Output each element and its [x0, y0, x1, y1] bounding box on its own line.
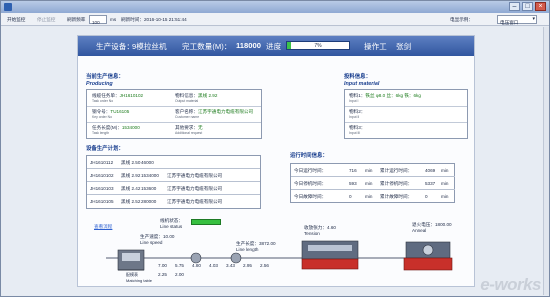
monitor-panel: 生产设备： 9模拉丝机 完工数量(M)： 118000 进度 7% 操作工 张剑…: [77, 35, 475, 287]
title-bar: – □ ×: [1, 1, 549, 13]
refresh-rate-label: 刷新频率: [67, 17, 86, 22]
tension-machine: [301, 240, 359, 270]
die-size: 4.80: [192, 263, 201, 268]
screen-label: 电显示例：: [450, 17, 473, 22]
app-window: – □ × 开始监控 停止监控 刷新频率 100 ms 刷新时间：2016-10…: [0, 0, 550, 297]
window-controls: – □ ×: [509, 2, 546, 11]
anneal-machine: [403, 241, 453, 271]
vertical-scrollbar[interactable]: [543, 27, 549, 295]
die-size: 2.25: [158, 272, 167, 277]
refresh-time: 刷新时间：2016-10-15 21:51:44: [121, 17, 187, 22]
toolbar: 开始监控 停止监控 刷新频率 100 ms 刷新时间：2016-10-15 21…: [1, 13, 549, 26]
die-size: 2.00: [175, 272, 184, 277]
die-size: 3.43: [226, 263, 235, 268]
die-size: 2.95: [243, 263, 252, 268]
content-area: 生产设备： 9模拉丝机 完工数量(M)： 118000 进度 7% 操作工 张剑…: [1, 27, 549, 295]
matching-table-machine: [117, 249, 145, 271]
app-icon: [4, 3, 12, 11]
matching-table-label: 配模表 Matching table: [126, 272, 153, 283]
die-size: 4.03: [209, 263, 218, 268]
start-monitor-button[interactable]: 开始监控: [7, 17, 25, 23]
watermark-logo: e-works: [480, 275, 541, 294]
refresh-unit: ms: [110, 17, 117, 22]
minimize-button[interactable]: –: [509, 2, 520, 11]
die-size: 2.56: [260, 263, 269, 268]
maximize-button[interactable]: □: [522, 2, 533, 11]
close-button[interactable]: ×: [535, 2, 546, 11]
chevron-down-icon: ▾: [532, 16, 535, 22]
stop-monitor-button[interactable]: 停止监控: [37, 17, 55, 23]
die-size: 7.00: [158, 263, 167, 268]
screen-select[interactable]: 电压窗口 ▾: [497, 15, 537, 25]
refresh-rate-select[interactable]: 100: [89, 15, 107, 25]
process-diagram: 7.00 5.75 4.80 4.03 3.43 2.95 2.56 2.25 2.00: [106, 240, 453, 277]
dies-row: 2.25 2.00: [158, 272, 184, 277]
die-size: 5.75: [175, 263, 184, 268]
dies-row: 7.00 5.75 4.80 4.03 3.43 2.95 2.56: [158, 263, 269, 268]
